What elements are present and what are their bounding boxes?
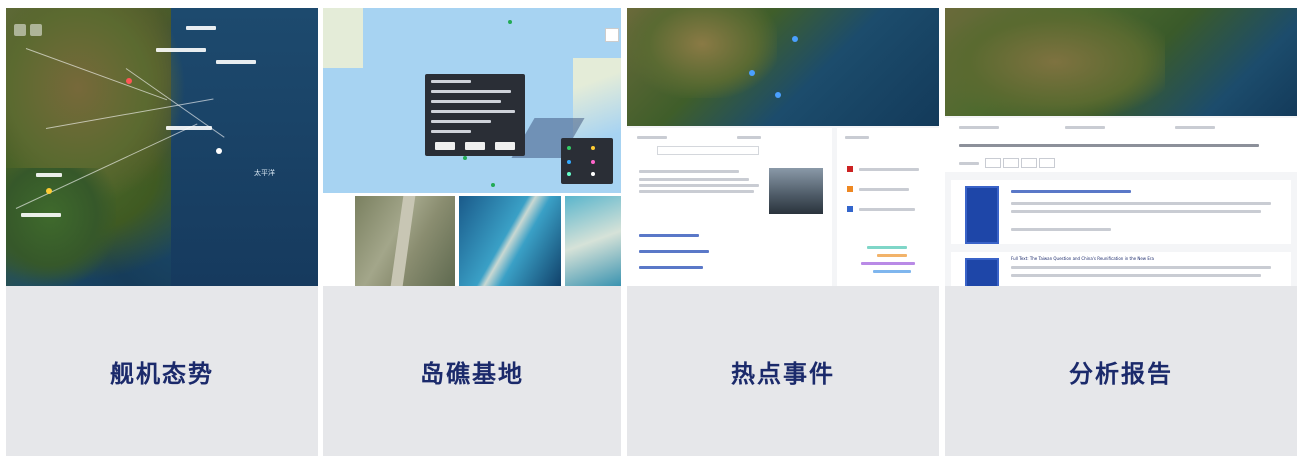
card-analysis-reports[interactable]: Full Text: The Taiwan Question and China… — [945, 8, 1297, 456]
news-list-panel — [627, 128, 832, 286]
card-title: 舰机态势 — [110, 359, 214, 388]
map-legend — [561, 138, 613, 184]
report-filter-bar — [945, 118, 1297, 172]
card-hotspot-events[interactable]: 热点事件 — [627, 8, 939, 456]
map-control-icon[interactable] — [30, 24, 42, 36]
map-control-icon[interactable] — [14, 24, 26, 36]
card-title: 分析报告 — [1069, 359, 1173, 388]
base-marker[interactable] — [491, 183, 495, 187]
card-ship-aircraft-situation[interactable]: 太平洋 舰机态势 — [6, 8, 318, 456]
ship-marker[interactable] — [126, 78, 132, 84]
news-page-thumbnail — [627, 8, 939, 286]
ocean-map-thumbnail — [323, 8, 621, 286]
card-title: 岛礁基地 — [420, 359, 524, 388]
event-marker[interactable] — [792, 36, 798, 42]
report-item[interactable] — [951, 180, 1291, 244]
event-marker[interactable] — [749, 70, 755, 76]
base-image[interactable] — [565, 196, 621, 286]
popup-button[interactable] — [495, 142, 515, 150]
base-marker[interactable] — [508, 20, 512, 24]
base-image[interactable] — [355, 196, 455, 286]
base-image[interactable] — [459, 196, 561, 286]
report-heading[interactable]: Full Text: The Taiwan Question and China… — [1011, 256, 1291, 261]
card-island-reef-bases[interactable]: 岛礁基地 — [323, 8, 621, 456]
pacific-ocean-label: 太平洋 — [254, 169, 275, 177]
base-marker[interactable] — [463, 156, 467, 160]
report-cover-icon — [965, 186, 999, 244]
report-page-thumbnail: Full Text: The Taiwan Question and China… — [945, 8, 1297, 286]
event-side-panel — [837, 128, 939, 286]
card-title: 热点事件 — [731, 359, 835, 388]
base-info-popup — [425, 74, 525, 156]
report-item[interactable]: Full Text: The Taiwan Question and China… — [951, 252, 1291, 286]
satellite-map-thumbnail: 太平洋 — [6, 8, 318, 286]
map-control-icon[interactable] — [605, 28, 619, 42]
ship-marker[interactable] — [46, 188, 52, 194]
event-marker[interactable] — [775, 92, 781, 98]
report-cover-icon — [965, 258, 999, 286]
popup-button[interactable] — [435, 142, 455, 150]
ship-marker[interactable] — [216, 148, 222, 154]
popup-button[interactable] — [465, 142, 485, 150]
